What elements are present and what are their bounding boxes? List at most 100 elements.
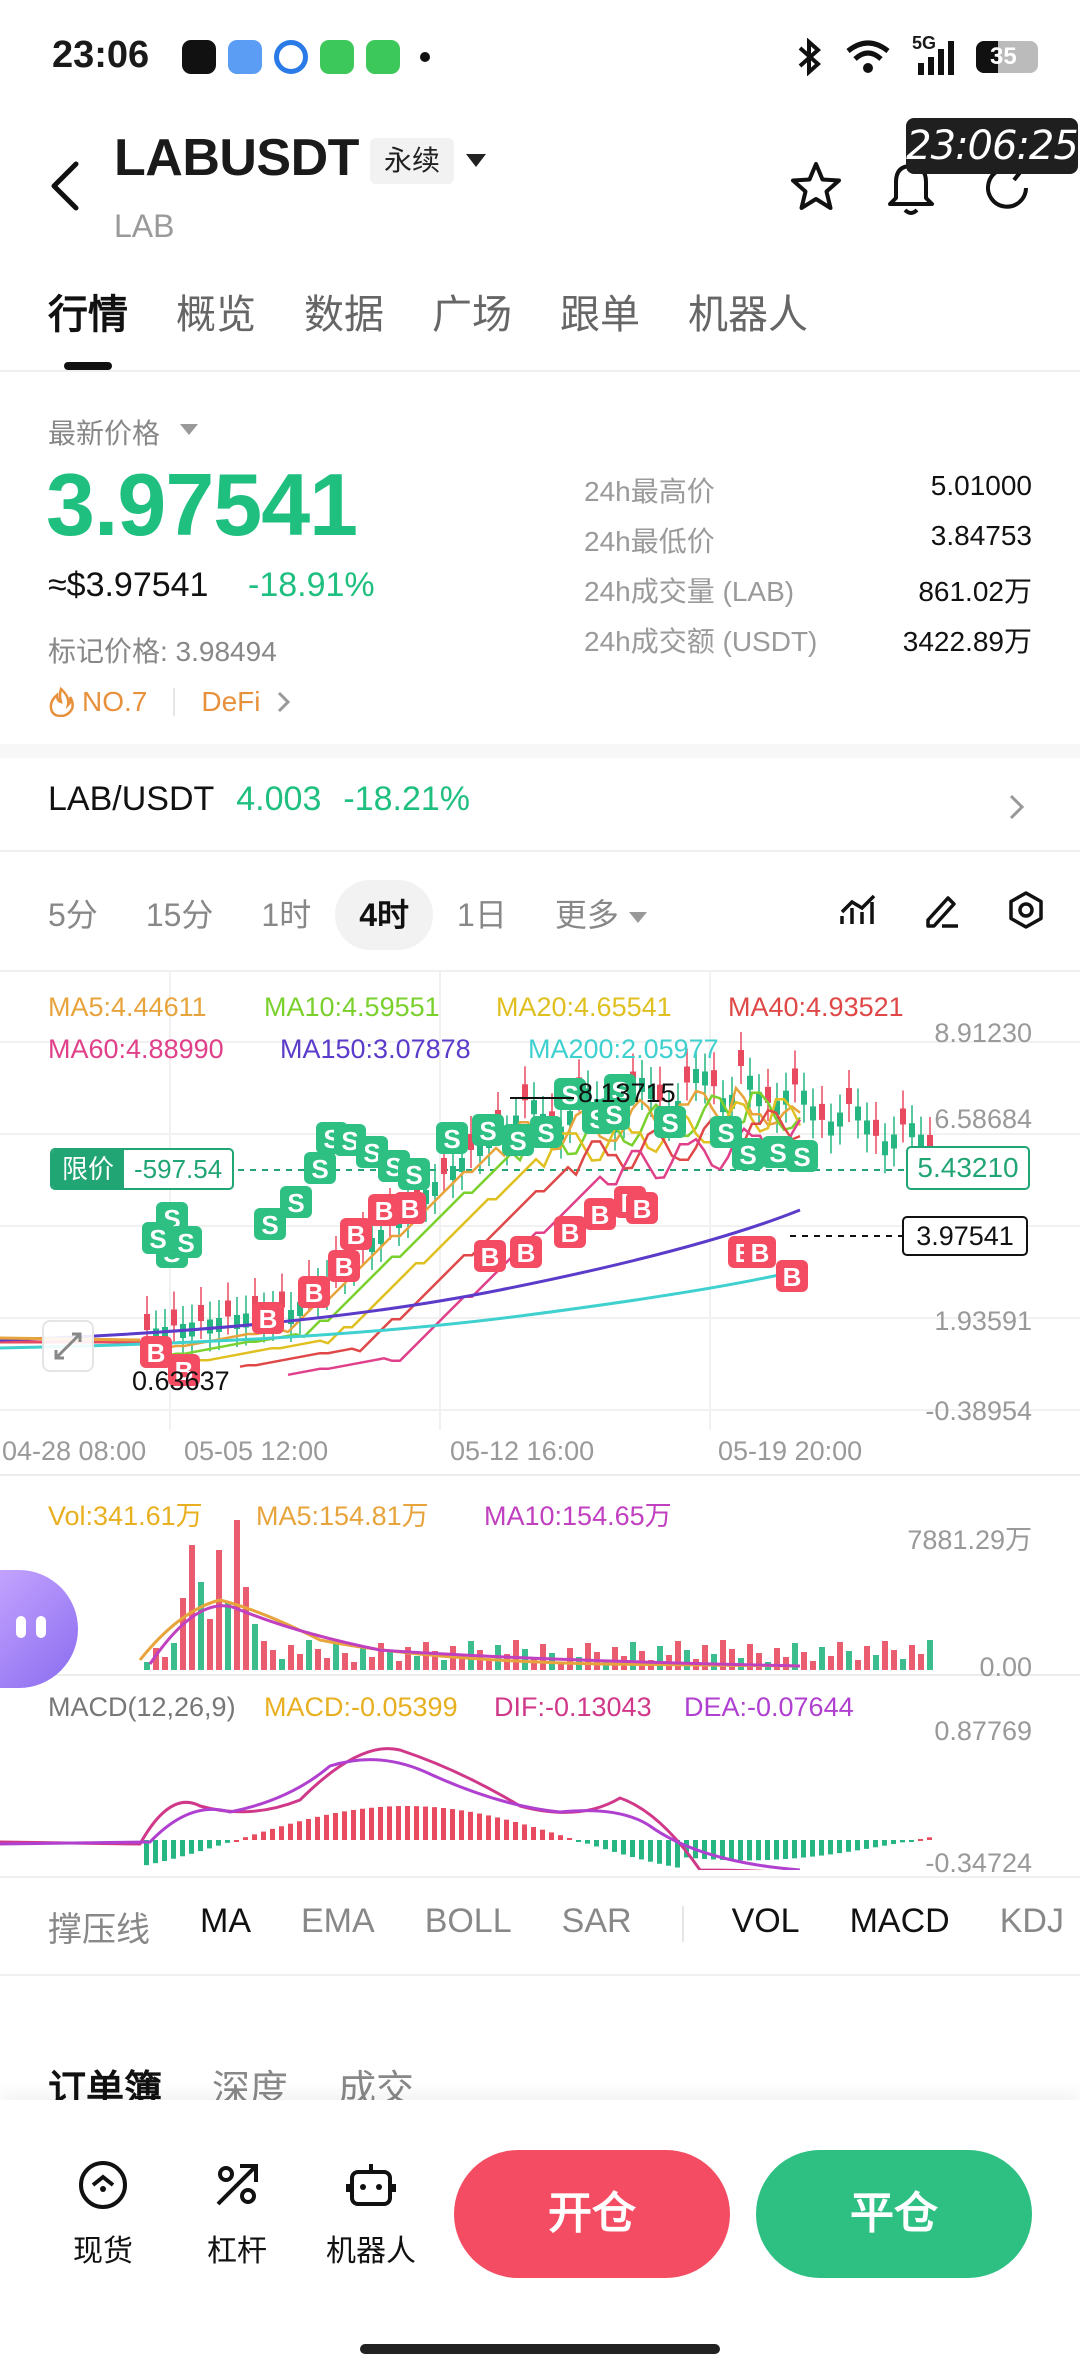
contract-type-tag[interactable]: 永续	[370, 138, 455, 184]
indicator-vol[interactable]: VOL	[732, 1902, 800, 1951]
macd-histogram-bar	[558, 1835, 563, 1840]
volume-bar	[684, 1650, 690, 1670]
indicator-support-resistance[interactable]: 撑压线	[48, 1902, 150, 1951]
indicator-boll[interactable]: BOLL	[425, 1902, 512, 1951]
contract-dropdown-icon[interactable]	[466, 154, 486, 167]
pair-title[interactable]: LABUSDT	[114, 128, 359, 188]
sell-marker-label: S	[739, 1140, 756, 1170]
timeframe-1h[interactable]: 1时	[237, 880, 335, 950]
timeframe-5m[interactable]: 5分	[24, 880, 122, 950]
macd-histogram-bar	[900, 1840, 905, 1843]
macd-histogram-bar	[630, 1840, 635, 1858]
candlestick-chart[interactable]: SSSSSSSSSSSSSSSSSSSSSSSSSBBBBBBBBBBBBBBB…	[0, 970, 1080, 1870]
sector-tag[interactable]: DeFi	[201, 686, 260, 718]
close-position-button[interactable]: 平仓	[756, 2150, 1032, 2278]
tab-square[interactable]: 广场	[432, 282, 512, 340]
indicator-sar[interactable]: SAR	[562, 1902, 632, 1951]
volume-bar	[873, 1655, 879, 1670]
buy-marker-label: B	[481, 1242, 500, 1272]
sell-marker-label: S	[769, 1138, 786, 1168]
indicator-macd[interactable]: MACD	[850, 1902, 950, 1951]
macd-histogram-bar	[153, 1840, 158, 1864]
volume-bar	[333, 1644, 339, 1670]
macd-histogram-bar	[819, 1840, 824, 1856]
timeframe-15m[interactable]: 15分	[122, 880, 238, 950]
price-type-dropdown-icon[interactable]	[180, 424, 198, 435]
tab-robot[interactable]: 机器人	[688, 282, 808, 340]
candle	[882, 1141, 888, 1156]
chevron-right-icon[interactable]	[276, 690, 292, 714]
macd-histogram-bar	[459, 1810, 464, 1840]
buy-marker-label: B	[347, 1220, 366, 1250]
volume-bar	[828, 1656, 834, 1670]
more-dropdown-icon	[628, 912, 647, 924]
battery-icon: 35	[976, 41, 1038, 73]
macd-histogram-bar	[576, 1840, 581, 1842]
spot-pair-row[interactable]: LAB/USDT 4.003 -18.21%	[48, 780, 470, 819]
sell-marker: S	[304, 1152, 336, 1184]
back-arrow-icon[interactable]	[48, 160, 82, 212]
timeframe-more[interactable]: 更多	[531, 880, 671, 950]
divider	[0, 370, 1080, 372]
candle	[693, 1069, 699, 1084]
home-indicator[interactable]	[360, 2344, 720, 2354]
dif-value: DIF:-0.13043	[494, 1692, 652, 1722]
sell-marker: S	[502, 1124, 534, 1156]
chevron-right-icon[interactable]	[1006, 792, 1028, 822]
volume-bar	[810, 1661, 816, 1670]
macd-histogram-bar	[144, 1840, 149, 1866]
macd-histogram-bar	[531, 1827, 536, 1840]
browser-app-icon	[274, 40, 308, 74]
indicator-ema[interactable]: EMA	[301, 1902, 375, 1951]
robot-button[interactable]: 机器人	[316, 2158, 426, 2270]
volume-bar	[297, 1654, 303, 1670]
macd-histogram-bar	[369, 1807, 374, 1840]
tab-market[interactable]: 行情	[48, 282, 128, 340]
open-position-button[interactable]: 开仓	[454, 2150, 730, 2278]
volume-bar	[207, 1619, 213, 1670]
indicator-kdj[interactable]: KDJ	[1000, 1902, 1064, 1951]
indicator-chart-icon[interactable]	[838, 890, 878, 930]
macd-histogram-bar	[468, 1811, 473, 1840]
macd-histogram-bar	[288, 1823, 293, 1840]
limit-order-tag[interactable]: 限价 -597.54	[50, 1148, 235, 1190]
macd-histogram-bar	[225, 1840, 230, 1843]
tab-data[interactable]: 数据	[304, 282, 384, 340]
macd-histogram-bar	[171, 1840, 176, 1859]
volume-bar	[369, 1657, 375, 1670]
tab-copy-trading[interactable]: 跟单	[560, 282, 640, 340]
ma10-legend: MA10:4.59551	[264, 992, 440, 1022]
tab-overview[interactable]: 概览	[176, 282, 256, 340]
macd-histogram-bar	[351, 1809, 356, 1840]
candle	[837, 1112, 843, 1127]
chart-settings-icon[interactable]	[1006, 890, 1046, 930]
candle	[792, 1068, 798, 1085]
leverage-button[interactable]: 杠杆	[182, 2158, 292, 2270]
indicator-ma[interactable]: MA	[200, 1902, 251, 1951]
sell-marker: S	[530, 1116, 562, 1148]
macd-histogram-bar	[837, 1840, 842, 1854]
fullscreen-button[interactable]	[42, 1320, 94, 1372]
sell-marker-label: S	[443, 1124, 460, 1154]
sell-marker-label: S	[261, 1210, 278, 1240]
rank-badge[interactable]: NO.7	[82, 686, 147, 718]
buy-marker-label: B	[517, 1238, 536, 1268]
ma60-legend: MA60:4.88990	[48, 1034, 224, 1064]
macd-axis-label: 0.87769	[934, 1716, 1032, 1746]
macd-histogram-bar	[333, 1813, 338, 1840]
latest-price-label[interactable]: 最新价格	[48, 412, 160, 452]
candle	[873, 1119, 879, 1136]
macd-histogram-bar	[297, 1821, 302, 1840]
candle	[846, 1087, 852, 1104]
volume-bar	[225, 1603, 231, 1670]
candle	[810, 1106, 816, 1121]
star-favorite-icon[interactable]	[788, 160, 844, 214]
timeframe-4h[interactable]: 4时	[335, 880, 434, 950]
spot-button[interactable]: 现货	[48, 2158, 158, 2270]
draw-pencil-icon[interactable]	[922, 890, 962, 930]
timeframe-1d[interactable]: 1日	[433, 880, 531, 950]
volume-axis-label: 0.00	[979, 1652, 1032, 1682]
volume-bar	[261, 1641, 267, 1670]
candle	[207, 1319, 213, 1334]
ma20-legend: MA20:4.65541	[496, 992, 672, 1022]
